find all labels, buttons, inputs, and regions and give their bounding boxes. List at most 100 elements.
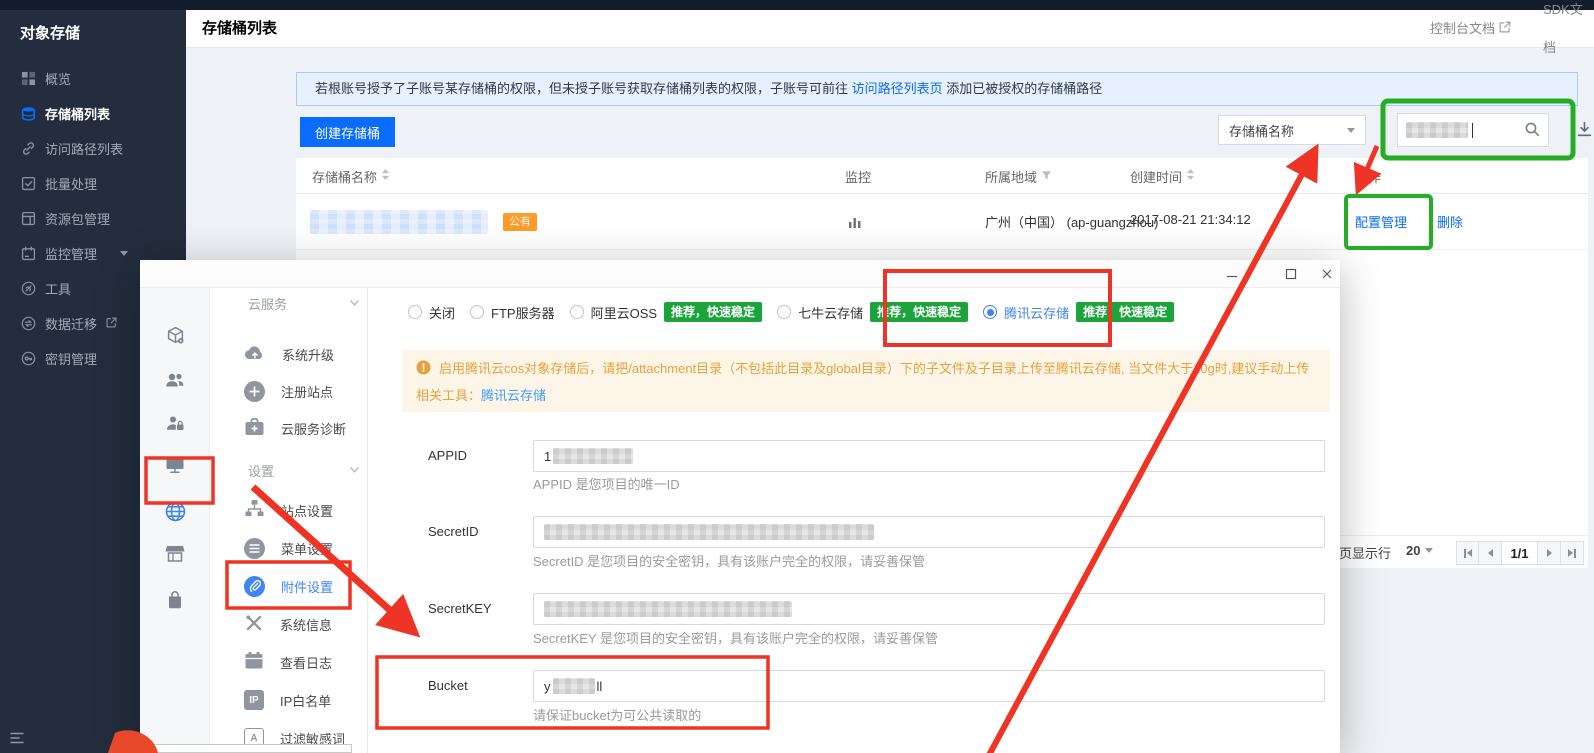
module-rail bbox=[140, 288, 210, 753]
tencent-cos-tool-link[interactable]: 腾讯云存储 bbox=[481, 385, 546, 404]
link-icon bbox=[20, 140, 36, 156]
chevron-down-icon bbox=[1425, 548, 1433, 553]
option-close[interactable]: 关闭 bbox=[408, 303, 455, 322]
cloud-package-icon[interactable] bbox=[163, 323, 187, 347]
page-header: 存储桶列表 控制台文档 SDK文档 bbox=[186, 10, 1594, 48]
sidebar-item-label: 批量处理 bbox=[45, 174, 97, 193]
option-qiniu[interactable]: 七牛云存储 推荐，快速稳定 bbox=[777, 302, 968, 322]
secretkey-label: SecretKEY bbox=[428, 599, 492, 619]
sidebar-item-bucket-list[interactable]: 存储桶列表 bbox=[0, 100, 186, 126]
sort-icon[interactable] bbox=[1186, 168, 1195, 184]
sidebar-item-label: 存储桶列表 bbox=[45, 104, 110, 123]
prev-page-button[interactable] bbox=[1479, 541, 1502, 565]
menu-item-view-logs[interactable]: 查看日志 bbox=[244, 650, 332, 674]
column-label: 操作 bbox=[1355, 167, 1381, 186]
sidebar-item-label: 监控管理 bbox=[45, 244, 97, 263]
first-page-button[interactable] bbox=[1456, 541, 1479, 565]
tooltip-fragment bbox=[150, 744, 352, 753]
menu-item-label: 菜单设置 bbox=[281, 539, 333, 558]
menu-item-site-settings[interactable]: 站点设置 bbox=[244, 498, 333, 522]
search-icon[interactable] bbox=[1524, 121, 1540, 140]
option-aliyun-oss[interactable]: 阿里云OSS 推荐，快速稳定 bbox=[570, 302, 762, 322]
menu-item-ip-whitelist[interactable]: IP IP白名单 bbox=[244, 688, 331, 712]
menu-section-cloud[interactable]: 云服务 bbox=[248, 292, 360, 314]
redacted-search-text bbox=[1406, 122, 1468, 138]
chevron-down-icon bbox=[120, 251, 128, 256]
user-lock-icon[interactable] bbox=[163, 411, 187, 435]
menu-item-cloud-diagnose[interactable]: 云服务诊断 bbox=[244, 416, 346, 440]
minimize-icon[interactable] bbox=[1225, 267, 1239, 281]
column-label: 监控 bbox=[845, 167, 871, 186]
radio-selected-icon[interactable] bbox=[983, 305, 997, 319]
redacted-appid bbox=[553, 448, 633, 464]
page-indicator: 1/1 bbox=[1502, 541, 1538, 565]
sidebar-collapse-icon[interactable] bbox=[10, 732, 24, 747]
notice-text: 若根账号授予了子账号某存储桶的权限，但未授子账号获取存储桶列表的权限，子账号可前… bbox=[315, 81, 852, 96]
last-page-button[interactable] bbox=[1561, 541, 1584, 565]
column-header-actions: 操作 bbox=[1355, 158, 1381, 194]
chevron-down-icon bbox=[349, 299, 360, 307]
menu-section-settings[interactable]: 设置 bbox=[248, 459, 360, 481]
created-cell: 2017-08-21 21:34:12 bbox=[1130, 212, 1251, 227]
table-row: 公有 广州（中国） (ap-guangzhou) 2017-08-21 21:3… bbox=[296, 194, 1588, 250]
sidebar-item-overview[interactable]: 概览 bbox=[0, 65, 186, 91]
value-prefix: 1 bbox=[544, 449, 551, 464]
sidebar-item-batch[interactable]: 批量处理 bbox=[0, 170, 186, 196]
bucket-input[interactable]: y ll bbox=[533, 670, 1325, 702]
filter-selected-label: 存储桶名称 bbox=[1229, 121, 1294, 140]
appid-input[interactable]: 1 bbox=[533, 440, 1325, 472]
sdk-doc-link[interactable]: SDK文档 bbox=[1543, 10, 1594, 48]
filter-funnel-icon[interactable] bbox=[1041, 169, 1052, 184]
column-header-name[interactable]: 存储桶名称 bbox=[312, 158, 390, 194]
bag-icon[interactable] bbox=[163, 587, 187, 611]
secretkey-input[interactable] bbox=[533, 593, 1325, 625]
column-label: 创建时间 bbox=[1130, 167, 1182, 186]
sidebar-item-resource-pack[interactable]: 资源包管理 bbox=[0, 205, 186, 231]
delete-link[interactable]: 删除 bbox=[1437, 212, 1463, 231]
menu-item-system-info[interactable]: 系统信息 bbox=[244, 612, 332, 636]
column-header-created[interactable]: 创建时间 bbox=[1130, 158, 1195, 194]
menu-item-menu-settings[interactable]: 菜单设置 bbox=[244, 536, 333, 560]
access-path-page-link[interactable]: 访问路径列表页 bbox=[852, 81, 943, 96]
download-list-icon[interactable] bbox=[1576, 121, 1593, 141]
appid-label: APPID bbox=[428, 446, 467, 466]
window-titlebar[interactable] bbox=[140, 260, 1340, 288]
bucket-search-input[interactable] bbox=[1397, 113, 1549, 147]
menu-item-attachment-settings[interactable]: 附件设置 bbox=[244, 574, 333, 598]
secretid-input[interactable] bbox=[533, 516, 1325, 548]
menu-item-register-site[interactable]: 注册站点 bbox=[244, 379, 333, 403]
console-doc-link[interactable]: 控制台文档 bbox=[1430, 10, 1511, 48]
ip-icon: IP bbox=[244, 690, 264, 710]
sidebar-item-access-path[interactable]: 访问路径列表 bbox=[0, 135, 186, 161]
plus-circle-icon bbox=[244, 381, 265, 402]
page-size-dropdown[interactable]: 20 bbox=[1406, 543, 1433, 558]
close-icon[interactable] bbox=[1320, 267, 1334, 281]
create-bucket-button[interactable]: 创建存储桶 bbox=[300, 117, 395, 147]
key-circle-icon bbox=[20, 350, 36, 366]
store-icon[interactable] bbox=[163, 541, 187, 565]
column-label: 所属地域 bbox=[985, 167, 1037, 186]
radio-icon[interactable] bbox=[570, 305, 584, 319]
calendar-icon bbox=[20, 245, 36, 261]
value-suffix: ll bbox=[597, 679, 603, 694]
filter-field-dropdown[interactable]: 存储桶名称 bbox=[1218, 115, 1366, 145]
option-tencent-cos[interactable]: 腾讯云存储 推荐，快速稳定 bbox=[983, 302, 1174, 322]
menu-item-system-upgrade[interactable]: 系统升级 bbox=[244, 342, 334, 366]
column-label: 存储桶名称 bbox=[312, 167, 377, 186]
radio-icon[interactable] bbox=[408, 305, 422, 319]
option-ftp[interactable]: FTP服务器 bbox=[470, 303, 555, 322]
config-manage-link[interactable]: 配置管理 bbox=[1355, 212, 1407, 231]
secretkey-help: SecretKEY 是您项目的安全密钥，具有该账户完全的权限，请妥善保管 bbox=[533, 630, 938, 648]
globe-icon[interactable] bbox=[163, 499, 187, 523]
menu-item-label: IP白名单 bbox=[280, 691, 331, 710]
monitor-icon[interactable] bbox=[163, 453, 187, 477]
users-icon[interactable] bbox=[163, 368, 187, 392]
monitor-bars-icon[interactable] bbox=[848, 215, 862, 232]
maximize-icon[interactable] bbox=[1284, 267, 1298, 281]
radio-icon[interactable] bbox=[777, 305, 791, 319]
sort-icon[interactable] bbox=[381, 168, 390, 184]
redacted-bucket-name[interactable] bbox=[310, 210, 488, 234]
column-header-region[interactable]: 所属地域 bbox=[985, 158, 1052, 194]
radio-icon[interactable] bbox=[470, 305, 484, 319]
next-page-button[interactable] bbox=[1538, 541, 1561, 565]
